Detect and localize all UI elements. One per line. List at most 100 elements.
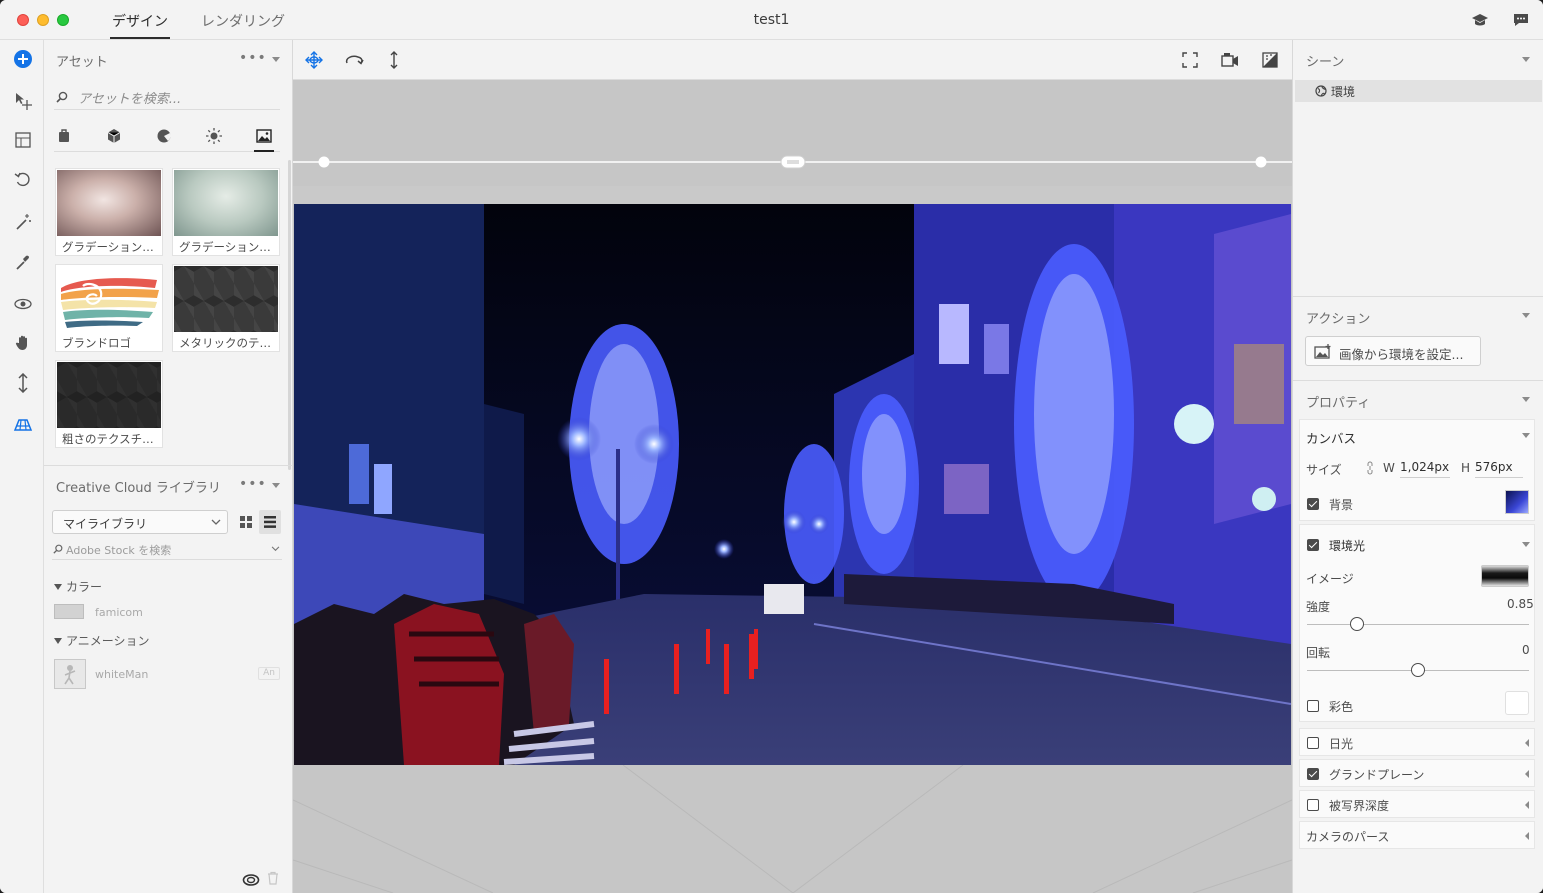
- assets-scrollbar[interactable]: [288, 160, 291, 470]
- library-group-animations[interactable]: アニメーション: [54, 632, 150, 649]
- sunlight-section[interactable]: 日光: [1299, 728, 1535, 756]
- height-input[interactable]: 576px: [1475, 460, 1523, 478]
- environment-light-card: 環境光 イメージ 強度 0.85 回転 0 彩色: [1299, 524, 1535, 722]
- assets-search-input[interactable]: アセットを検索...: [78, 88, 181, 107]
- link-aspect-icon[interactable]: [1366, 461, 1374, 475]
- eyedropper-icon[interactable]: [12, 251, 34, 273]
- rotate-icon[interactable]: [12, 169, 34, 191]
- expand-icon[interactable]: [1525, 770, 1529, 778]
- environment-light-collapse-icon[interactable]: [1522, 542, 1530, 547]
- expand-icon[interactable]: [1525, 801, 1529, 809]
- ground-plane-checkbox[interactable]: [1307, 768, 1319, 780]
- canvas-collapse-icon[interactable]: [1522, 433, 1530, 438]
- color-swatch[interactable]: [54, 604, 84, 619]
- asset-item[interactable]: 粗さのテクスチ…: [55, 360, 163, 448]
- camera-bookmarks-icon[interactable]: [1220, 50, 1240, 70]
- ground-plane-section[interactable]: グランドプレーン: [1299, 759, 1535, 787]
- scene-item-environment[interactable]: 環境: [1295, 80, 1542, 102]
- environment-light-title: 環境光: [1329, 539, 1366, 553]
- depth-of-field-section[interactable]: 被写界深度: [1299, 790, 1535, 818]
- learn-icon[interactable]: [1471, 11, 1489, 29]
- add-icon[interactable]: [12, 48, 34, 70]
- environment-light-checkbox[interactable]: [1307, 539, 1319, 551]
- asset-item[interactable]: ブランドロゴ: [55, 264, 163, 352]
- creative-cloud-sync-icon[interactable]: [242, 870, 260, 888]
- perspective-line[interactable]: [293, 150, 1292, 174]
- expand-icon[interactable]: [1525, 739, 1529, 747]
- actions-collapse-icon[interactable]: [1522, 313, 1530, 318]
- image-icon[interactable]: [254, 126, 274, 146]
- intensity-slider-track[interactable]: [1307, 624, 1529, 625]
- asset-item[interactable]: グラデーション…: [55, 168, 163, 256]
- assets-search[interactable]: アセットを検索...: [54, 86, 280, 110]
- set-environment-from-image-button[interactable]: 画像から環境を設定...: [1305, 336, 1481, 366]
- perspective-handle-center[interactable]: [780, 155, 806, 169]
- rotation-value[interactable]: 0: [1522, 643, 1530, 657]
- cc-library-more-button[interactable]: •••: [239, 476, 267, 492]
- pan-hand-icon[interactable]: [12, 332, 34, 354]
- library-select[interactable]: マイライブラリ: [52, 510, 228, 534]
- move-camera-icon[interactable]: [304, 50, 324, 70]
- cc-library-collapse-icon[interactable]: [272, 483, 280, 488]
- stock-search[interactable]: Adobe Stock を検索: [52, 540, 282, 560]
- assets-more-button[interactable]: •••: [239, 50, 267, 66]
- light-icon[interactable]: [204, 126, 224, 146]
- chevron-down-icon[interactable]: [271, 546, 280, 552]
- orbit-camera-icon[interactable]: [344, 50, 364, 70]
- tint-color-swatch[interactable]: [1505, 691, 1529, 715]
- title-bar: デザイン レンダリング test1: [0, 0, 1543, 40]
- material-icon[interactable]: [104, 126, 124, 146]
- scene-collapse-icon[interactable]: [1522, 57, 1530, 62]
- fit-view-icon[interactable]: [1180, 50, 1200, 70]
- select-move-icon[interactable]: [12, 90, 34, 112]
- tint-checkbox[interactable]: [1307, 700, 1319, 712]
- paint-icon[interactable]: [154, 126, 174, 146]
- trash-icon[interactable]: [267, 871, 281, 887]
- background-checkbox[interactable]: [1307, 498, 1319, 510]
- assets-collapse-icon[interactable]: [272, 57, 280, 62]
- orbit-icon[interactable]: [12, 293, 34, 315]
- library-group-colors[interactable]: カラー: [54, 578, 102, 595]
- rotation-slider-knob[interactable]: [1411, 663, 1425, 677]
- rotation-label: 回転: [1306, 646, 1331, 660]
- group-label: カラー: [66, 580, 103, 594]
- animation-thumbnail[interactable]: [54, 659, 86, 689]
- dolly-camera-icon[interactable]: [384, 50, 404, 70]
- expand-icon[interactable]: [1525, 832, 1529, 840]
- stock-search-input[interactable]: Adobe Stock を検索: [66, 542, 171, 558]
- swatch-fill: [55, 605, 83, 618]
- intensity-slider-knob[interactable]: [1350, 617, 1364, 631]
- brand-logo-thumbnail: [57, 266, 161, 332]
- asset-item[interactable]: メタリックのテ…: [172, 264, 280, 352]
- intensity-value[interactable]: 0.85: [1507, 597, 1534, 611]
- height-label: H: [1461, 461, 1471, 475]
- 3d-viewport[interactable]: [293, 80, 1292, 893]
- figure-icon: [64, 665, 76, 685]
- sunlight-label: 日光: [1329, 737, 1354, 751]
- model-icon[interactable]: [54, 126, 74, 146]
- dolly-icon[interactable]: [12, 372, 34, 394]
- depth-of-field-checkbox[interactable]: [1307, 799, 1319, 811]
- scene-title: シーン: [1306, 55, 1345, 70]
- asset-categories: [54, 122, 280, 152]
- camera-bookmark-icon[interactable]: [12, 413, 34, 435]
- width-input[interactable]: 1,024px: [1400, 460, 1450, 478]
- perspective-handle-right[interactable]: [1255, 156, 1267, 168]
- asset-item[interactable]: グラデーション…: [172, 168, 280, 256]
- render-preview-icon[interactable]: [1260, 50, 1280, 70]
- magic-wand-icon[interactable]: [12, 211, 34, 233]
- chevron-down-icon: [211, 519, 221, 525]
- list-view-icon[interactable]: [259, 510, 281, 534]
- background-label: 背景: [1329, 498, 1354, 512]
- size-label: サイズ: [1306, 463, 1342, 477]
- grid-view-icon[interactable]: [235, 510, 257, 534]
- frame-icon[interactable]: [12, 129, 34, 151]
- background-image-swatch[interactable]: [1505, 490, 1529, 514]
- canvas-properties-card: カンバス サイズ W 1,024px H 576px 背景: [1299, 419, 1535, 521]
- sunlight-checkbox[interactable]: [1307, 737, 1319, 749]
- properties-collapse-icon[interactable]: [1522, 397, 1530, 402]
- camera-perspective-section[interactable]: カメラのパース: [1299, 821, 1535, 849]
- environment-image-swatch[interactable]: [1481, 565, 1529, 587]
- feedback-icon[interactable]: [1512, 11, 1530, 29]
- perspective-handle-left[interactable]: [318, 156, 330, 168]
